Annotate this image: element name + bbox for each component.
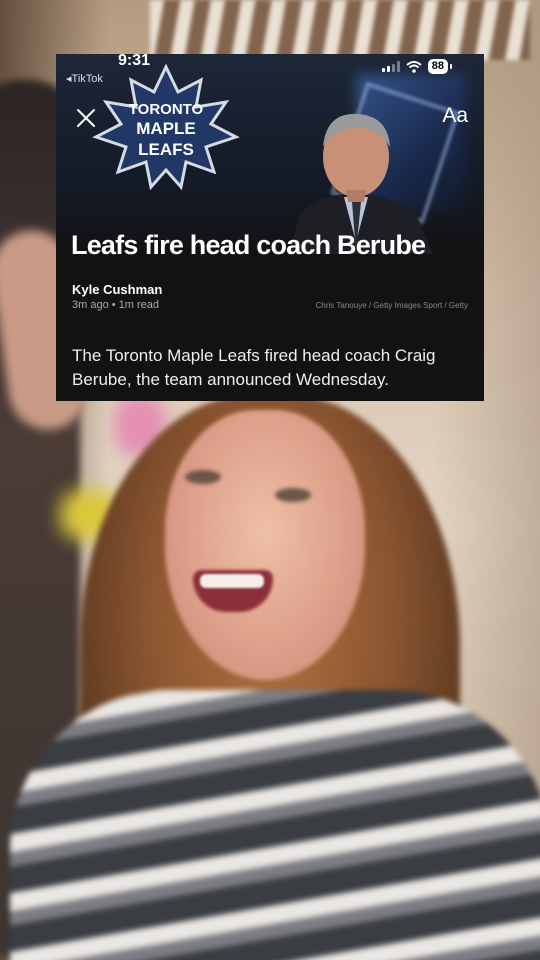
clock: 9:31 — [118, 54, 151, 69]
cellular-signal-icon — [381, 61, 400, 72]
wifi-icon — [406, 60, 422, 73]
logo-text-leafs: LEAFS — [138, 140, 194, 159]
logo-text-toronto: TORONTO — [129, 101, 204, 118]
battery-icon: 88 — [427, 59, 453, 74]
teeth — [200, 574, 264, 588]
back-to-app-link[interactable]: ◂TikTok — [66, 72, 103, 85]
striped-sweater — [10, 690, 540, 960]
article-author[interactable]: Kyle Cushman — [72, 282, 162, 297]
news-article-card[interactable]: TORONTO MAPLE LEAFS 9:31 ◂TikTok 88 Aa L… — [56, 54, 484, 401]
text-size-button[interactable]: Aa — [442, 104, 468, 128]
article-headline: Leafs fire head coach Berube — [71, 230, 426, 260]
photo-credit: Chris Tanouye / Getty Images Sport / Get… — [315, 301, 468, 310]
back-app-label: TikTok — [71, 73, 103, 85]
article-meta: 3m ago • 1m read — [72, 299, 160, 311]
status-bar: 9:31 ◂TikTok 88 — [56, 54, 484, 85]
right-eye — [275, 488, 311, 502]
left-eye — [185, 470, 221, 484]
close-button[interactable] — [74, 106, 98, 130]
status-icons: 88 — [381, 59, 453, 74]
article-hero-image: TORONTO MAPLE LEAFS — [56, 54, 484, 254]
logo-text-maple: MAPLE — [136, 119, 196, 138]
woman-face — [165, 410, 365, 680]
article-summary: The Toronto Maple Leafs fired head coach… — [72, 346, 436, 389]
staircase-railing — [150, 0, 530, 60]
close-icon — [77, 109, 95, 127]
